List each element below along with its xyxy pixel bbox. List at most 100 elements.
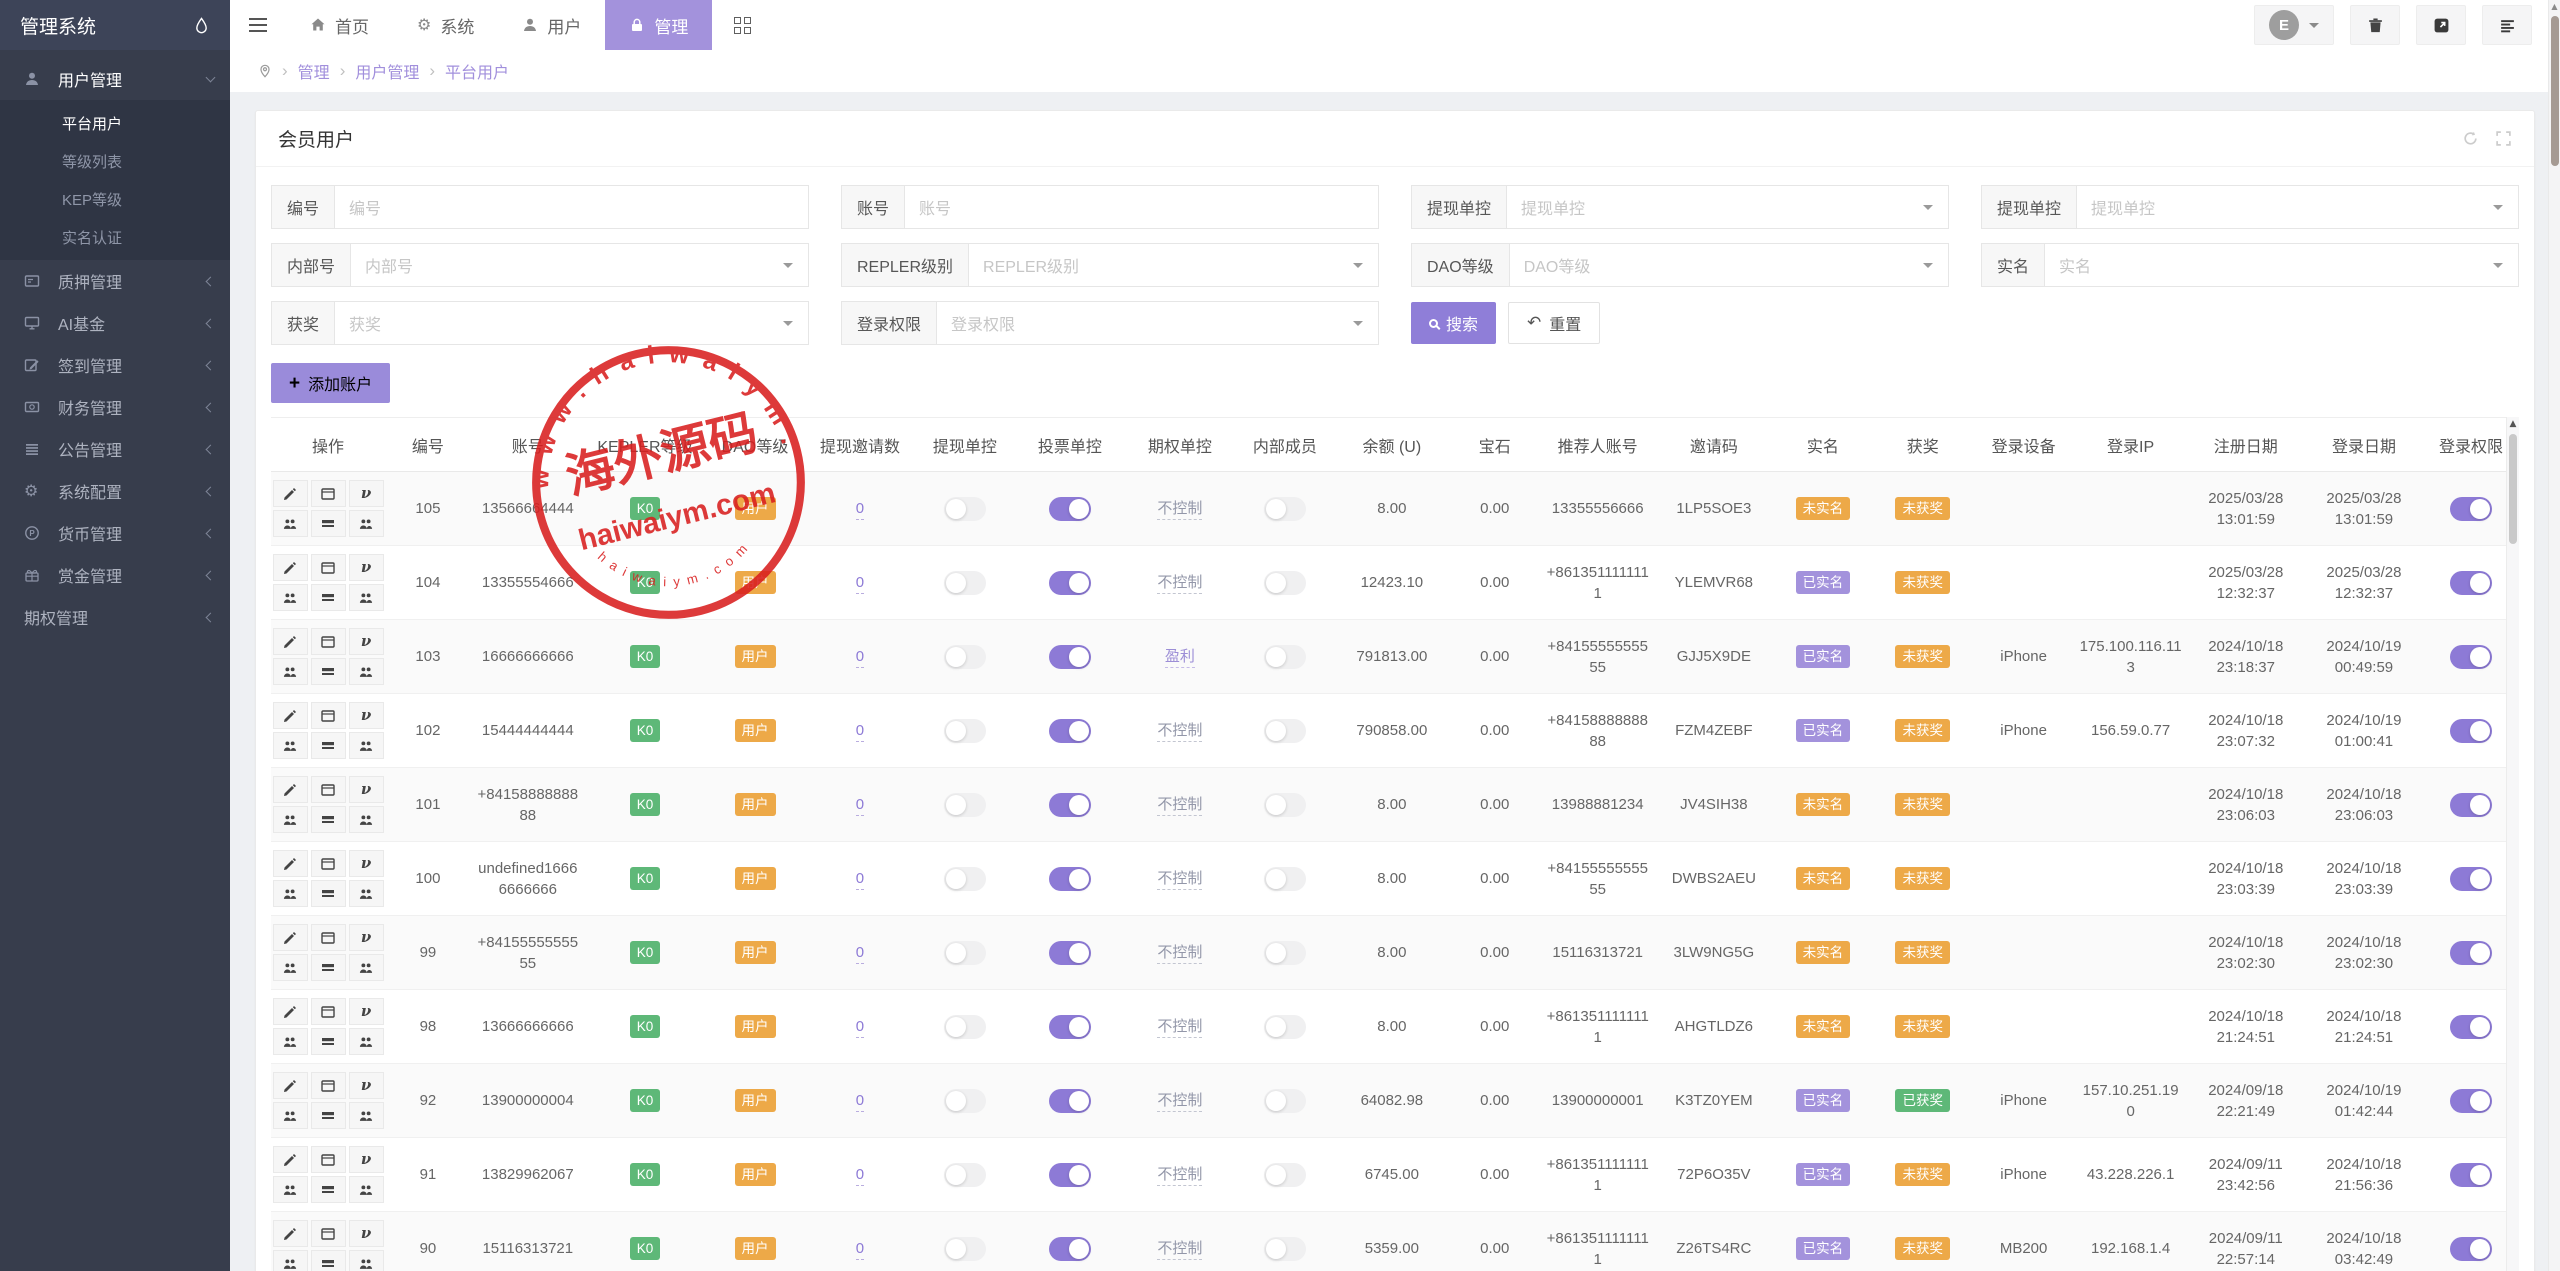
page-scrollbar-thumb[interactable] (2551, 16, 2559, 166)
edit-button[interactable] (273, 628, 308, 655)
team-button[interactable] (273, 1176, 308, 1203)
breadcrumb-user-management[interactable]: 用户管理 (355, 59, 419, 83)
option-control-link[interactable]: 不控制 (1157, 1092, 1202, 1112)
internal-member-toggle[interactable] (1264, 497, 1306, 521)
internal-member-toggle[interactable] (1264, 941, 1306, 965)
vote-control-toggle[interactable] (1049, 1015, 1091, 1039)
invite-count-link[interactable]: 0 (856, 574, 864, 594)
sidebar-item-货币管理[interactable]: P货币管理 (0, 512, 230, 554)
vote-control-toggle[interactable] (1049, 867, 1091, 891)
bankcard-button[interactable] (311, 806, 346, 833)
breadcrumb-platform-users[interactable]: 平台用户 (445, 59, 509, 83)
filter-input-编号[interactable]: 编号 (335, 185, 809, 229)
detail-button[interactable] (311, 924, 346, 951)
filter-select-获奖[interactable]: 获奖 (335, 301, 809, 345)
option-control-link[interactable]: 不控制 (1157, 500, 1202, 520)
edit-button[interactable] (273, 998, 308, 1025)
vote-control-toggle[interactable] (1049, 1237, 1091, 1261)
invite-count-link[interactable]: 0 (856, 1092, 864, 1112)
option-control-link[interactable]: 不控制 (1157, 1018, 1202, 1038)
sidebar-collapse-button[interactable] (230, 0, 286, 50)
fullscreen-card-icon[interactable] (2495, 130, 2512, 147)
team-button[interactable] (273, 658, 308, 685)
invite-count-link[interactable]: 0 (856, 1166, 864, 1186)
invite-count-link[interactable]: 0 (856, 1240, 864, 1260)
sidebar-item-等级列表[interactable]: 等级列表 (0, 142, 230, 180)
edit-button[interactable] (273, 850, 308, 877)
nav-user[interactable]: 用户 (498, 0, 605, 50)
refresh-icon[interactable] (2462, 130, 2479, 147)
filter-select-登录权限[interactable]: 登录权限 (937, 301, 1379, 345)
detail-button[interactable] (311, 480, 346, 507)
internal-member-toggle[interactable] (1264, 1089, 1306, 1113)
sidebar-item-实名认证[interactable]: 实名认证 (0, 218, 230, 256)
nav-manage[interactable]: 管理 (605, 0, 712, 50)
sidebar-item-质押管理[interactable]: 质押管理 (0, 260, 230, 302)
members-button[interactable] (349, 806, 384, 833)
members-button[interactable] (349, 1102, 384, 1129)
filter-select-提现单控[interactable]: 提现单控 (1507, 185, 1949, 229)
vote-control-toggle[interactable] (1049, 497, 1091, 521)
team-button[interactable] (273, 1250, 308, 1271)
bankcard-button[interactable] (311, 954, 346, 981)
team-button[interactable] (273, 732, 308, 759)
filter-input-账号[interactable]: 账号 (905, 185, 1379, 229)
sidebar-item-AI基金[interactable]: AI基金 (0, 302, 230, 344)
balance-button[interactable]: ν (349, 628, 384, 655)
members-button[interactable] (349, 1250, 384, 1271)
sidebar-item-财务管理[interactable]: 财务管理 (0, 386, 230, 428)
clear-cache-button[interactable] (2350, 5, 2400, 45)
team-button[interactable] (273, 1102, 308, 1129)
withdraw-control-toggle[interactable] (944, 1015, 986, 1039)
bankcard-button[interactable] (311, 880, 346, 907)
internal-member-toggle[interactable] (1264, 793, 1306, 817)
detail-button[interactable] (311, 702, 346, 729)
more-menu-button[interactable] (2482, 5, 2532, 45)
invite-count-link[interactable]: 0 (856, 722, 864, 742)
vote-control-toggle[interactable] (1049, 1089, 1091, 1113)
edit-button[interactable] (273, 1220, 308, 1247)
option-control-link[interactable]: 不控制 (1157, 722, 1202, 742)
balance-button[interactable]: ν (349, 480, 384, 507)
login-permission-toggle[interactable] (2450, 571, 2492, 595)
internal-member-toggle[interactable] (1264, 1163, 1306, 1187)
filter-select-提现单控[interactable]: 提现单控 (2077, 185, 2519, 229)
invite-count-link[interactable]: 0 (856, 648, 864, 668)
balance-button[interactable]: ν (349, 702, 384, 729)
members-button[interactable] (349, 880, 384, 907)
login-permission-toggle[interactable] (2450, 793, 2492, 817)
edit-button[interactable] (273, 702, 308, 729)
filter-select-内部号[interactable]: 内部号 (351, 243, 809, 287)
detail-button[interactable] (311, 776, 346, 803)
login-permission-toggle[interactable] (2450, 719, 2492, 743)
bankcard-button[interactable] (311, 1102, 346, 1129)
withdraw-control-toggle[interactable] (944, 867, 986, 891)
withdraw-control-toggle[interactable] (944, 497, 986, 521)
detail-button[interactable] (311, 850, 346, 877)
detail-button[interactable] (311, 998, 346, 1025)
invite-count-link[interactable]: 0 (856, 1018, 864, 1038)
balance-button[interactable]: ν (349, 776, 384, 803)
edit-button[interactable] (273, 480, 308, 507)
internal-member-toggle[interactable] (1264, 1015, 1306, 1039)
vote-control-toggle[interactable] (1049, 571, 1091, 595)
login-permission-toggle[interactable] (2450, 645, 2492, 669)
filter-select-实名[interactable]: 实名 (2045, 243, 2519, 287)
sidebar-item-KEP等级[interactable]: KEP等级 (0, 180, 230, 218)
balance-button[interactable]: ν (349, 850, 384, 877)
edit-button[interactable] (273, 1072, 308, 1099)
internal-member-toggle[interactable] (1264, 867, 1306, 891)
bankcard-button[interactable] (311, 732, 346, 759)
option-control-link[interactable]: 盈利 (1165, 648, 1195, 668)
sidebar-item-赏金管理[interactable]: 赏金管理 (0, 554, 230, 596)
team-button[interactable] (273, 880, 308, 907)
balance-button[interactable]: ν (349, 998, 384, 1025)
nav-home[interactable]: 首页 (286, 0, 393, 50)
withdraw-control-toggle[interactable] (944, 941, 986, 965)
sidebar-group-user-management[interactable]: 用户管理 (0, 58, 230, 100)
option-control-link[interactable]: 不控制 (1157, 574, 1202, 594)
detail-button[interactable] (311, 1220, 346, 1247)
balance-button[interactable]: ν (349, 924, 384, 951)
balance-button[interactable]: ν (349, 1146, 384, 1173)
vote-control-toggle[interactable] (1049, 941, 1091, 965)
